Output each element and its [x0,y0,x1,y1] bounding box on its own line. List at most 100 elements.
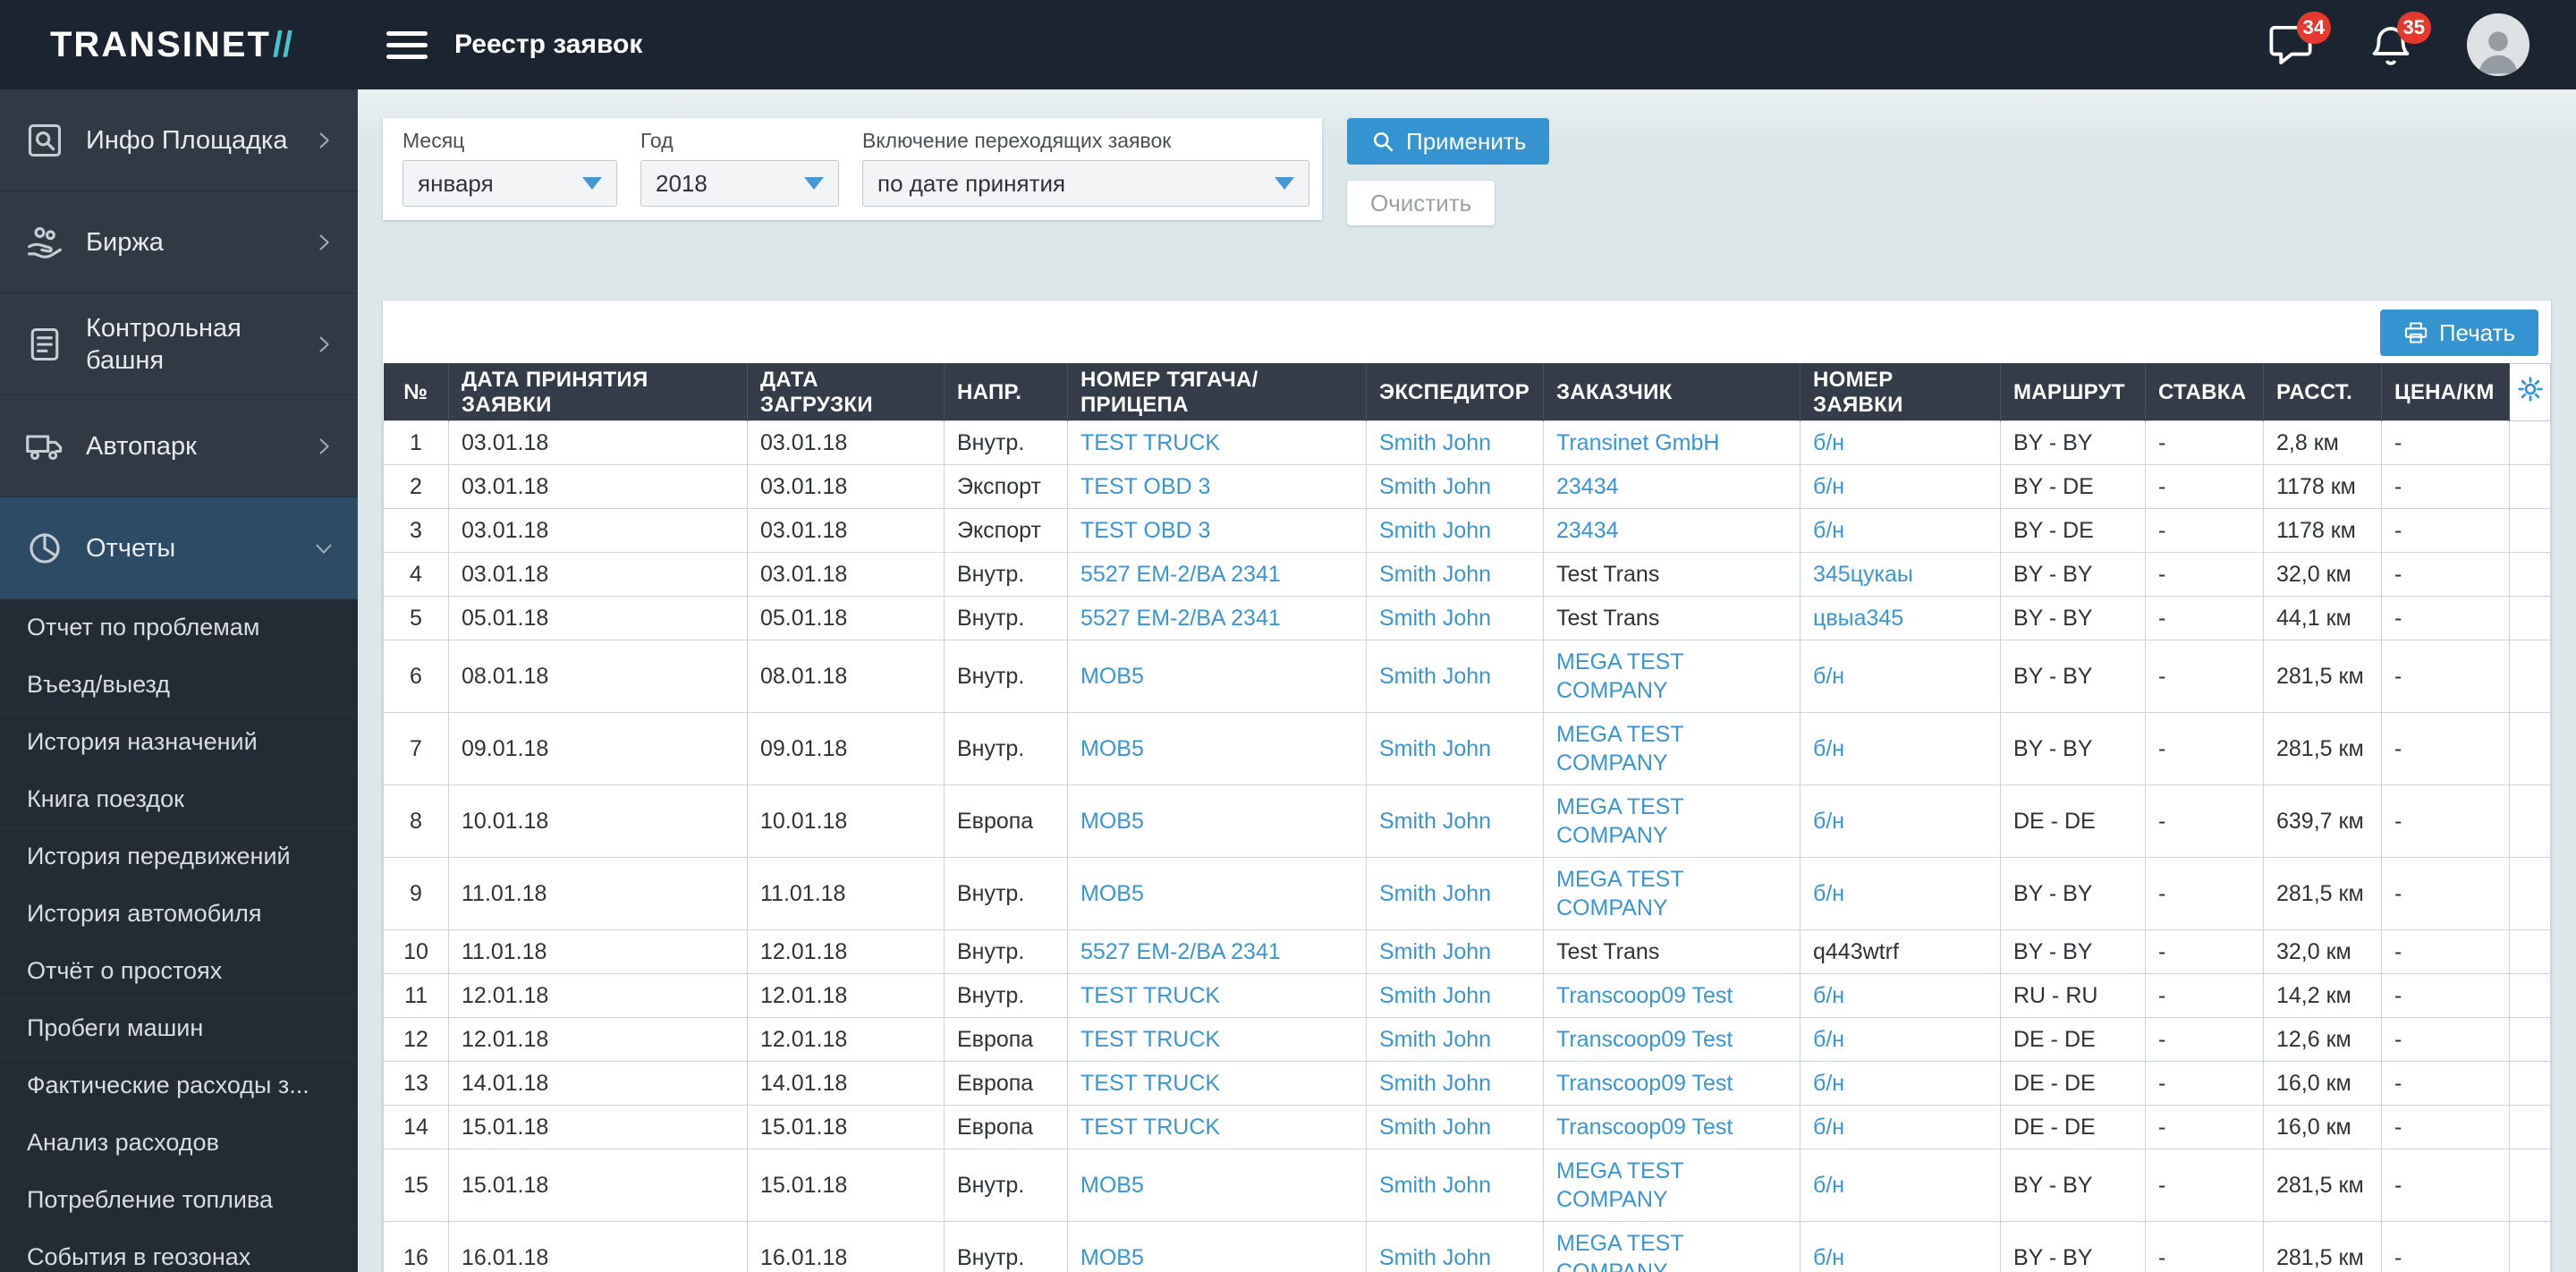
carryover-select[interactable]: по дате принятия [862,160,1309,207]
customer-link[interactable]: MEGA TEST COMPANY [1556,649,1683,703]
apply-button[interactable]: Применить [1347,118,1550,165]
cell-vehicle: MOB5 [1067,640,1367,713]
sidebar-subitem[interactable]: Отчёт о простоях [0,943,358,1000]
notifications-button[interactable]: 35 [2367,12,2431,69]
forwarder-link[interactable]: Smith John [1379,1115,1491,1140]
customer-link[interactable]: MEGA TEST COMPANY [1556,722,1683,776]
order-link[interactable]: б/н [1813,1115,1844,1140]
vehicle-link[interactable]: TEST OBD 3 [1080,518,1210,543]
order-link[interactable]: б/н [1813,518,1844,543]
chat-button[interactable]: 34 [2267,12,2331,69]
sidebar-item-autopark[interactable]: Автопарк [0,395,358,497]
vehicle-link[interactable]: TEST OBD 3 [1080,474,1210,499]
customer-link[interactable]: MEGA TEST COMPANY [1556,794,1683,848]
forwarder-link[interactable]: Smith John [1379,939,1491,964]
sidebar-subitem[interactable]: История передвижений [0,828,358,886]
vehicle-link[interactable]: TEST TRUCK [1080,1071,1220,1096]
sidebar-subitem[interactable]: Отчет по проблемам [0,599,358,657]
forwarder-link[interactable]: Smith John [1379,1245,1491,1270]
column-settings-button[interactable] [2509,363,2551,421]
customer-link[interactable]: MEGA TEST COMPANY [1556,867,1683,920]
vehicle-link[interactable]: TEST TRUCK [1080,983,1220,1008]
forwarder-link[interactable]: Smith John [1379,664,1491,689]
clear-button[interactable]: Очистить [1347,181,1496,225]
customer-link[interactable]: Transcoop09 Test [1556,1071,1733,1096]
year-select[interactable]: 2018 [640,160,839,207]
forwarder-link[interactable]: Smith John [1379,1071,1491,1096]
forwarder-link[interactable]: Smith John [1379,518,1491,543]
sidebar-subitem[interactable]: Въезд/выезд [0,657,358,714]
sidebar-item-control-tower[interactable]: Контрольная башня [0,293,358,395]
vehicle-link[interactable]: MOB5 [1080,736,1144,761]
vehicle-link[interactable]: TEST TRUCK [1080,1115,1220,1140]
customer-link[interactable]: Transcoop09 Test [1556,1027,1733,1052]
vehicle-link[interactable]: 5527 EM-2/BA 2341 [1080,606,1281,631]
order-link[interactable]: цвыа345 [1813,606,1903,631]
sidebar-item-info-ploschadka[interactable]: Инфо Площадка [0,89,358,191]
customer-link[interactable]: MEGA TEST COMPANY [1556,1231,1683,1272]
sidebar-subitem[interactable]: Пробеги машин [0,1000,358,1057]
menu-toggle-icon[interactable] [386,30,428,59]
sidebar-subitem[interactable]: История автомобиля [0,886,358,943]
order-link[interactable]: б/н [1813,430,1844,455]
cell-date-accepted: 03.01.18 [448,508,748,553]
vehicle-link[interactable]: TEST TRUCK [1080,430,1220,455]
order-link[interactable]: б/н [1813,736,1844,761]
vehicle-link[interactable]: MOB5 [1080,1173,1144,1198]
sidebar-item-otchety[interactable]: Отчеты [0,497,358,599]
order-link[interactable]: б/н [1813,1245,1844,1270]
sidebar-subitem[interactable]: Фактические расходы з... [0,1057,358,1115]
app-logo[interactable]: TRANSINET // [0,25,358,65]
vehicle-link[interactable]: MOB5 [1080,664,1144,689]
forwarder-link[interactable]: Smith John [1379,736,1491,761]
sidebar-subitem[interactable]: События в геозонах [0,1229,358,1272]
cell-direction: Европа [944,784,1068,858]
customer-link[interactable]: Transcoop09 Test [1556,983,1733,1008]
order-link[interactable]: б/н [1813,809,1844,834]
sidebar-subitem[interactable]: Книга поездок [0,771,358,828]
forwarder-link[interactable]: Smith John [1379,562,1491,587]
vehicle-link[interactable]: MOB5 [1080,1245,1144,1270]
forwarder-link[interactable]: Smith John [1379,1027,1491,1052]
customer-link[interactable]: 23434 [1556,518,1619,543]
order-link[interactable]: 345цукаы [1813,562,1913,587]
order-link[interactable]: б/н [1813,1027,1844,1052]
order-link[interactable]: б/н [1813,474,1844,499]
order-link[interactable]: б/н [1813,881,1844,906]
forwarder-link[interactable]: Smith John [1379,1173,1491,1198]
sidebar-subitem[interactable]: История назначений [0,714,358,771]
vehicle-link[interactable]: MOB5 [1080,881,1144,906]
cell-price-per-km: - [2381,420,2510,465]
user-avatar[interactable] [2467,13,2529,76]
customer-link[interactable]: Transinet GmbH [1556,430,1719,455]
caret-down-icon [582,177,602,190]
forwarder-link[interactable]: Smith John [1379,983,1491,1008]
cell-direction: Внутр. [944,552,1068,597]
forwarder-link[interactable]: Smith John [1379,474,1491,499]
cell-date-loading: 12.01.18 [747,973,945,1018]
cell-row-number: 10 [383,929,449,974]
cell-date-loading: 12.01.18 [747,929,945,974]
cell-price-per-km: - [2381,712,2510,785]
sidebar-subitem[interactable]: Анализ расходов [0,1115,358,1172]
forwarder-link[interactable]: Smith John [1379,809,1491,834]
sidebar-subitem[interactable]: Потребление топлива [0,1172,358,1229]
customer-link[interactable]: Transcoop09 Test [1556,1115,1733,1140]
vehicle-link[interactable]: 5527 EM-2/BA 2341 [1080,939,1281,964]
order-link[interactable]: б/н [1813,664,1844,689]
cell-row-number: 1 [383,420,449,465]
customer-link[interactable]: 23434 [1556,474,1619,499]
vehicle-link[interactable]: TEST TRUCK [1080,1027,1220,1052]
customer-link[interactable]: MEGA TEST COMPANY [1556,1158,1683,1212]
forwarder-link[interactable]: Smith John [1379,606,1491,631]
order-link[interactable]: б/н [1813,983,1844,1008]
forwarder-link[interactable]: Smith John [1379,881,1491,906]
order-link[interactable]: б/н [1813,1071,1844,1096]
vehicle-link[interactable]: 5527 EM-2/BA 2341 [1080,562,1281,587]
sidebar-item-birzha[interactable]: Биржа [0,191,358,293]
vehicle-link[interactable]: MOB5 [1080,809,1144,834]
print-button[interactable]: Печать [2379,310,2538,356]
forwarder-link[interactable]: Smith John [1379,430,1491,455]
month-select[interactable]: января [402,160,617,207]
order-link[interactable]: б/н [1813,1173,1844,1198]
